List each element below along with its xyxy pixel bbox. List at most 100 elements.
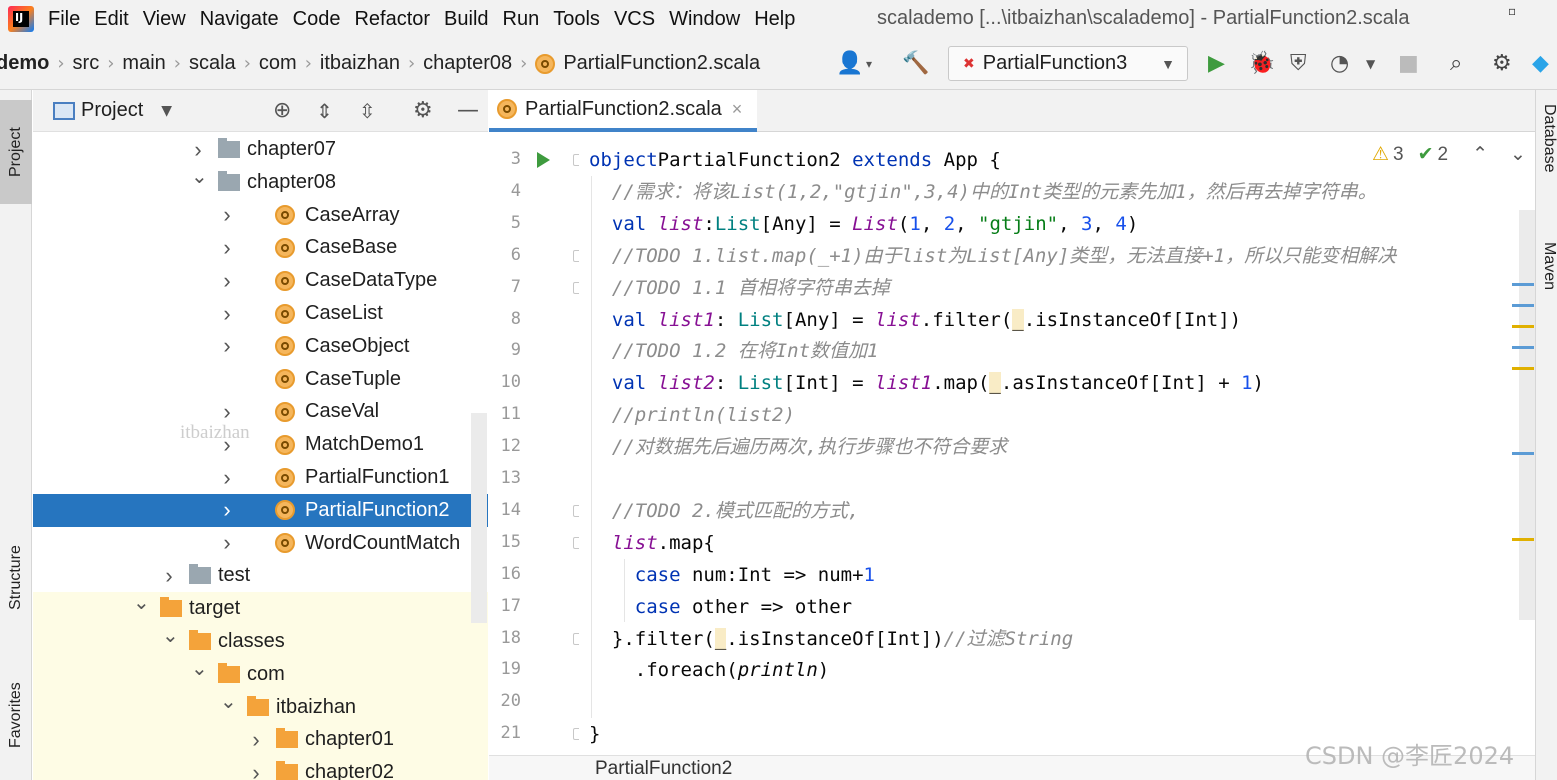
code-line[interactable]: case num:Int => num+1 [589, 559, 875, 591]
run-gutter-icon[interactable] [537, 152, 550, 168]
code-line[interactable]: case other => other [589, 591, 852, 623]
gear-icon[interactable]: ⚙ [1492, 50, 1512, 78]
code-line[interactable]: //TODO 1.1 首相将字符串去掉 [589, 272, 890, 304]
code-line[interactable]: list.map{ [589, 527, 715, 559]
menu-code[interactable]: Code [293, 8, 341, 31]
search-icon[interactable]: ⌕ [1450, 50, 1462, 78]
menu-tools[interactable]: Tools [553, 8, 600, 31]
menu-view[interactable]: View [143, 8, 186, 31]
chevron-down-icon[interactable]: ▾ [866, 50, 872, 78]
tree-item-casedatatype[interactable]: › CaseDataType [33, 264, 488, 297]
code-line[interactable]: //对数据先后遍历两次,执行步骤也不符合要求 [589, 431, 1007, 463]
tree-item-casearray[interactable]: › CaseArray [33, 199, 488, 232]
editor-tab-partialfunction2[interactable]: PartialFunction2.scala × [489, 90, 757, 132]
code-line[interactable]: val list1: List[Any] = list.filter(_.isI… [589, 304, 1241, 336]
tree-item-partialfunction2[interactable]: › PartialFunction2 [33, 493, 488, 527]
close-icon[interactable]: × [732, 99, 743, 120]
chevron-right-icon[interactable]: › [220, 333, 234, 359]
code-line[interactable]: //TODO 2.模式匹配的方式, [589, 495, 859, 527]
breadcrumb-item[interactable]: main [122, 52, 165, 75]
plugin-icon[interactable]: ◆ [1532, 50, 1549, 78]
tree-item-test[interactable]: › test [33, 559, 488, 592]
tree-item-caseval[interactable]: › CaseVal [33, 395, 488, 428]
code-line[interactable]: val list:List[Any] = List(1, 2, "gtjin",… [589, 208, 1138, 240]
chevron-right-icon[interactable]: › [249, 760, 263, 780]
locate-icon[interactable]: ⊕ [273, 98, 291, 123]
breadcrumb-item[interactable]: src [73, 52, 100, 75]
breadcrumb-item[interactable]: itbaizhan [320, 52, 400, 75]
chevron-down-icon[interactable]: ▼ [161, 103, 172, 119]
hide-panel-icon[interactable]: — [457, 98, 479, 123]
tree-item-chapter08[interactable]: ⌄ chapter08 [33, 166, 488, 199]
tree-item-casetuple[interactable]: CaseTuple [33, 363, 488, 396]
breadcrumb-item[interactable]: com [259, 52, 297, 75]
menu-file[interactable]: File [48, 8, 80, 31]
chevron-down-icon[interactable]: ▼ [1366, 50, 1375, 78]
coverage-icon[interactable]: ⛨ [1290, 50, 1307, 78]
tree-item-wordcountmatch[interactable]: › WordCountMatch [33, 527, 488, 560]
scroll-marker[interactable] [1512, 538, 1534, 541]
scroll-marker[interactable] [1512, 346, 1534, 349]
menu-edit[interactable]: Edit [94, 8, 128, 31]
run-configuration-selector[interactable]: ✖ PartialFunction3 ▼ [948, 46, 1188, 81]
chevron-right-icon[interactable]: › [220, 301, 234, 327]
breadcrumb-item[interactable]: PartialFunction2.scala [535, 52, 760, 75]
chevron-right-icon[interactable]: › [220, 268, 234, 294]
collapse-all-icon[interactable]: ⇳ [359, 99, 376, 123]
code-line[interactable]: //TODO 1.list.map(_+1)由于list为List[Any]类型… [589, 240, 1396, 272]
chevron-right-icon[interactable]: › [220, 497, 234, 523]
maximize-icon[interactable]: ▫ [1508, 4, 1516, 18]
stop-icon[interactable]: ■ [1398, 50, 1419, 78]
structure-tool-tab[interactable]: Structure [0, 520, 32, 635]
project-tool-tab[interactable]: Project [0, 100, 32, 204]
scroll-marker[interactable] [1512, 325, 1534, 328]
chevron-right-icon[interactable]: › [191, 137, 205, 163]
tree-item-chapter02[interactable]: › chapter02 [33, 756, 488, 780]
chevron-down-icon[interactable]: ⌄ [191, 164, 208, 189]
tree-item-com[interactable]: ⌄ com [33, 657, 488, 691]
previous-highlight-icon[interactable]: ⌃ [1472, 143, 1488, 166]
chevron-right-icon[interactable]: › [220, 202, 234, 228]
next-highlight-icon[interactable]: ⌄ [1510, 143, 1526, 166]
scroll-marker[interactable] [1512, 452, 1534, 455]
chevron-down-icon[interactable]: ⌄ [133, 590, 150, 615]
code-line[interactable]: } [589, 718, 600, 750]
build-hammer-icon[interactable]: 🔨 [902, 50, 929, 78]
tree-item-casebase[interactable]: › CaseBase [33, 231, 488, 264]
breadcrumb-item[interactable]: chapter08 [423, 52, 512, 75]
tree-item-partialfunction1[interactable]: › PartialFunction1 [33, 461, 488, 494]
menu-help[interactable]: Help [754, 8, 795, 31]
tree-item-target[interactable]: ⌄ target [33, 590, 488, 626]
tree-item-chapter07[interactable]: › chapter07 [33, 133, 488, 166]
code-line[interactable]: //println(list2) [589, 399, 795, 431]
chevron-down-icon[interactable]: ⌄ [162, 623, 179, 648]
tree-item-classes[interactable]: ⌄ classes [33, 625, 488, 658]
code-line[interactable]: //TODO 1.2 在将Int数值加1 [589, 335, 879, 367]
editor-scrollbar[interactable] [1519, 210, 1535, 620]
tree-item-matchdemo1[interactable]: › MatchDemo1 [33, 428, 488, 461]
breadcrumb-item[interactable]: demo [0, 52, 49, 75]
tree-item-caseobject[interactable]: › CaseObject [33, 330, 488, 363]
tree-item-itbaizhan[interactable]: ⌄ itbaizhan [33, 689, 488, 724]
menu-window[interactable]: Window [669, 8, 740, 31]
breadcrumb-item[interactable]: scala [189, 52, 236, 75]
code-line[interactable]: objectPartialFunction2 extends App { [589, 144, 1001, 176]
chevron-right-icon[interactable]: › [220, 399, 234, 425]
menu-vcs[interactable]: VCS [614, 8, 655, 31]
code-line[interactable]: }.filter(_.isInstanceOf[Int])//过滤String [589, 623, 1073, 655]
user-icon[interactable]: 👤 [836, 50, 863, 78]
chevron-right-icon[interactable]: › [162, 563, 176, 589]
chevron-right-icon[interactable]: › [249, 727, 263, 753]
database-tool-tab[interactable]: Database [1536, 104, 1557, 173]
menu-build[interactable]: Build [444, 8, 488, 31]
chevron-right-icon[interactable]: › [220, 235, 234, 261]
code-line[interactable]: val list2: List[Int] = list1.map(_.asIns… [589, 367, 1264, 399]
tree-item-chapter01[interactable]: › chapter01 [33, 723, 488, 757]
debug-icon[interactable]: 🐞 [1248, 50, 1275, 78]
code-line[interactable]: .foreach(println) [589, 654, 830, 686]
chevron-down-icon[interactable]: ⌄ [220, 689, 237, 714]
chevron-right-icon[interactable]: › [220, 530, 234, 556]
expand-all-icon[interactable]: ⇕ [316, 99, 333, 123]
scroll-marker[interactable] [1512, 304, 1534, 307]
profile-icon[interactable]: ◔ [1330, 50, 1349, 78]
